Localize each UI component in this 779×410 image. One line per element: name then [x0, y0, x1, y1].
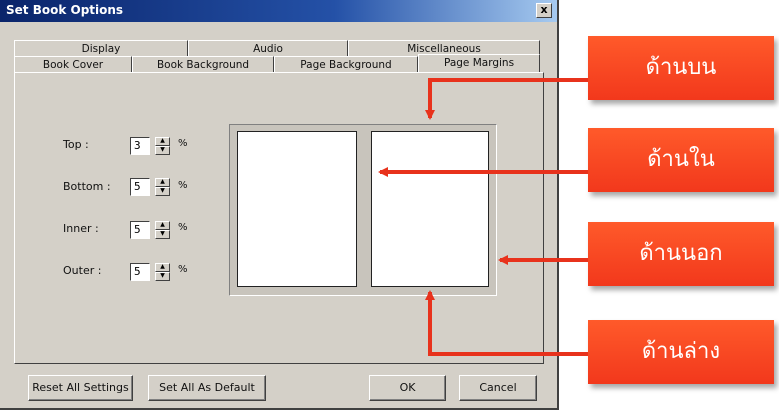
arrow-bottom [425, 290, 588, 356]
callout-arrows [378, 78, 588, 356]
arrow-top [425, 78, 588, 120]
